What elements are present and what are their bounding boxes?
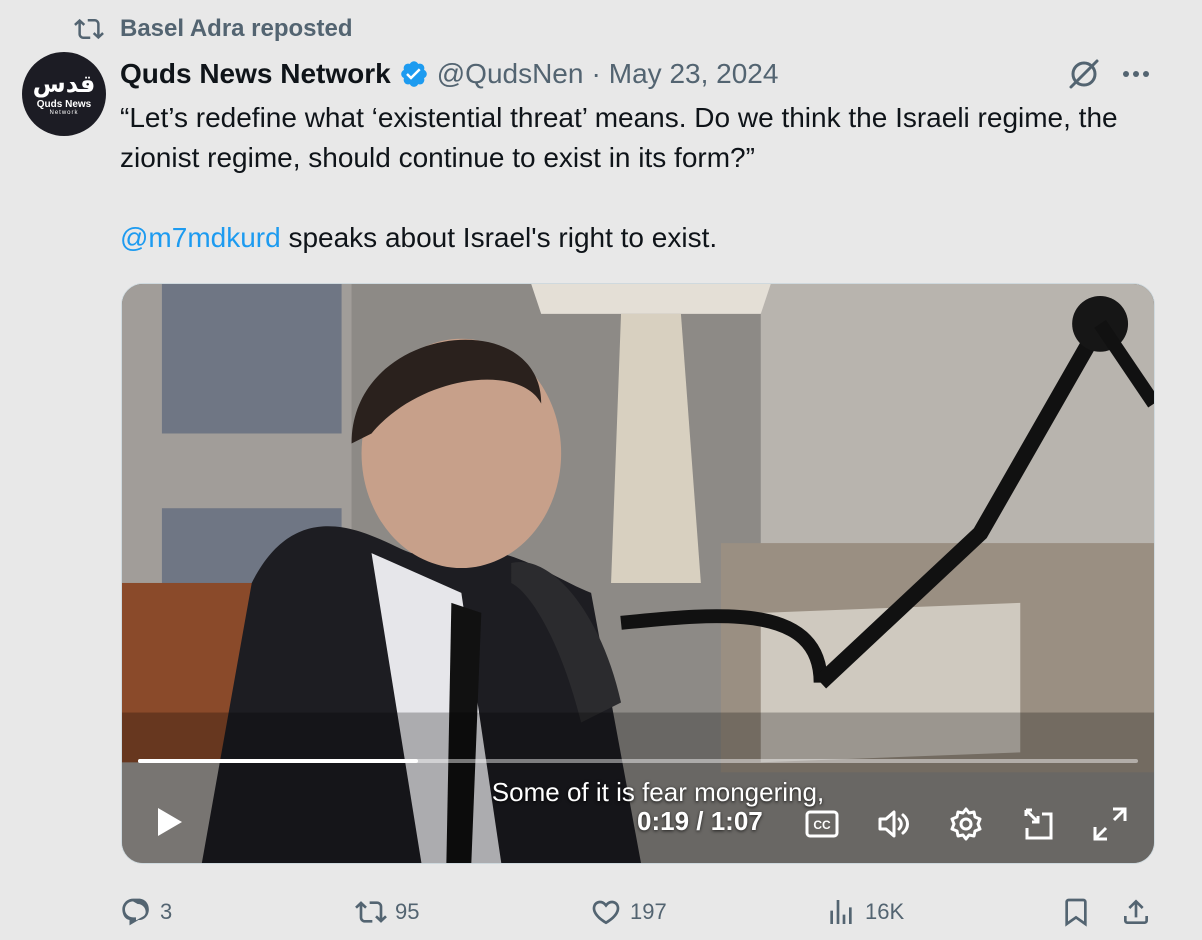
share-button[interactable] — [1120, 892, 1152, 932]
avatar-logo-glyph: قدس — [32, 70, 96, 98]
views-icon — [830, 900, 852, 924]
action-bar: 3 95 197 16K — [120, 892, 1160, 932]
repost-text: Basel Adra reposted — [120, 15, 353, 42]
tweet-mention-suffix: speaks about Israel's right to exist. — [280, 222, 718, 253]
repost-count: 95 — [395, 899, 420, 924]
author-name[interactable]: Quds News Network — [120, 58, 391, 90]
reply-icon — [122, 898, 149, 926]
avatar-logo-line2: Network — [49, 110, 79, 116]
avatar[interactable]: قدس Quds News Network — [22, 52, 106, 136]
pip-icon[interactable] — [1018, 804, 1058, 844]
mention-link[interactable]: @m7mdkurd — [120, 222, 281, 253]
repost-indicator[interactable]: Basel Adra reposted — [72, 14, 353, 44]
svg-text:CC: CC — [813, 818, 831, 832]
verified-badge-icon[interactable] — [399, 59, 429, 89]
tweet-date[interactable]: May 23, 2024 — [609, 58, 779, 90]
bookmark-button[interactable] — [1060, 892, 1092, 932]
video-controls: 0:19 / 1:07 CC — [122, 796, 1154, 848]
share-icon — [1124, 899, 1148, 924]
heart-icon — [592, 900, 620, 925]
avatar-logo-line1: Quds News — [36, 99, 92, 110]
repost-icon — [355, 901, 387, 923]
video-progress-fill — [138, 759, 418, 763]
grok-icon[interactable] — [1066, 56, 1102, 92]
tweet-quote: “Let’s redefine what ‘existential threat… — [120, 102, 1118, 173]
tweet-header: Quds News Network @QudsNen · May 23, 202… — [120, 55, 778, 93]
header-separator: · — [591, 58, 601, 89]
volume-icon[interactable] — [874, 804, 914, 844]
video-progress-bar[interactable] — [138, 759, 1138, 763]
play-icon[interactable] — [148, 802, 188, 842]
like-count: 197 — [630, 899, 667, 924]
bookmark-icon — [1065, 898, 1087, 927]
repost-icon — [74, 18, 104, 40]
video-time: 0:19 / 1:07 — [637, 806, 763, 836]
repost-button[interactable]: 95 — [355, 892, 419, 932]
views-count: 16K — [865, 899, 905, 924]
more-options-icon[interactable] — [1118, 60, 1154, 88]
settings-icon[interactable] — [946, 804, 986, 844]
tweet-text: “Let’s redefine what ‘existential threat… — [120, 98, 1120, 258]
tweet-mention-line: @m7mdkurd speaks about Israel's right to… — [120, 218, 1120, 258]
fullscreen-icon[interactable] — [1090, 804, 1130, 844]
captions-icon[interactable]: CC — [802, 804, 842, 844]
reply-button[interactable]: 3 — [120, 892, 172, 932]
reply-count: 3 — [160, 899, 173, 924]
author-handle[interactable]: @QudsNen — [437, 58, 584, 90]
video-player[interactable]: Some of it is fear mongering, 0:19 / 1:0… — [121, 283, 1155, 864]
like-button[interactable]: 197 — [590, 892, 667, 932]
views-button[interactable]: 16K — [825, 892, 904, 932]
